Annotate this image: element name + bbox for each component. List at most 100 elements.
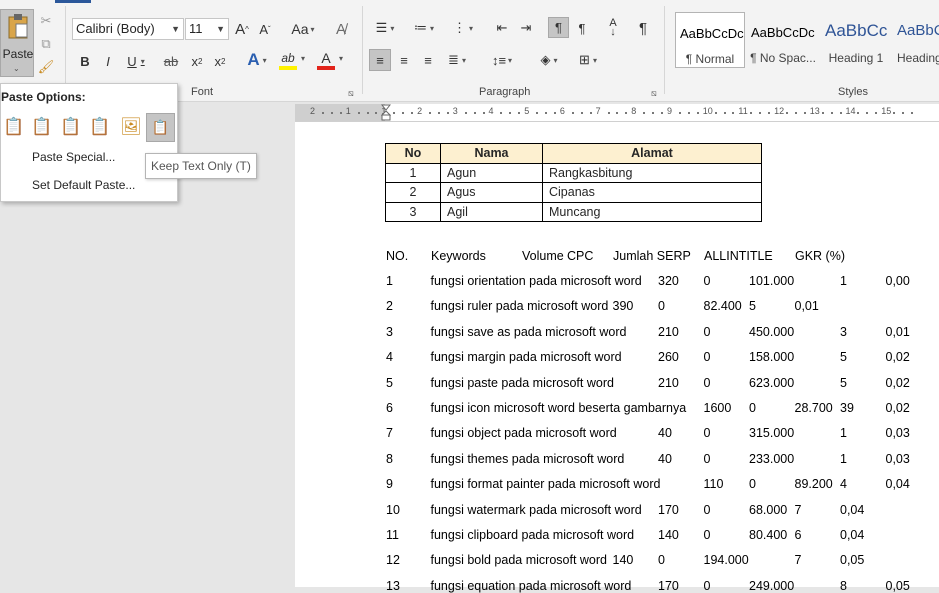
merge-formatting-icon[interactable]: 📋 xyxy=(29,112,55,142)
paragraph-dialog-launcher-icon[interactable]: ⧅ xyxy=(651,88,657,99)
ruler-tick xyxy=(446,112,449,114)
superscript-button[interactable]: x2 xyxy=(211,51,229,71)
keyword-cell: 0,05 xyxy=(840,553,865,568)
keep-text-only-icon[interactable]: 📋 xyxy=(146,113,175,142)
paste-button[interactable]: Paste ⌄ xyxy=(0,9,34,77)
link-keep-formatting-icon[interactable]: 📋 xyxy=(87,112,113,142)
keyword-cell: 0,04 xyxy=(885,477,910,492)
keyword-cell: 0,03 xyxy=(885,451,910,466)
table-cell: Cipanas xyxy=(542,182,762,203)
keyword-cell: 0 xyxy=(703,451,711,466)
set-default-paste-menu-item[interactable]: Set Default Paste... xyxy=(32,178,135,192)
ruler-tick xyxy=(473,112,476,114)
shading-button[interactable]: ◈ ▾ xyxy=(532,50,566,70)
text-effects-button[interactable]: A ▾ xyxy=(242,50,272,70)
keyword-cell: 450.000 xyxy=(749,324,795,339)
style-normal[interactable]: AaBbCcDc ¶ Normal xyxy=(675,12,745,68)
keyword-cell: 140 xyxy=(612,553,634,568)
keyword-cell: 0 xyxy=(703,350,711,365)
bullets-button[interactable]: ☰ ▾ xyxy=(369,18,401,38)
copy-icon[interactable]: ⧉ xyxy=(37,35,55,53)
multilevel-list-button[interactable]: ⋮ ▾ xyxy=(447,18,479,38)
bold-button[interactable]: B xyxy=(76,51,94,71)
style-name: Heading 1 xyxy=(828,51,884,65)
ruler-tick xyxy=(545,112,548,114)
keyword-cell: 0 xyxy=(703,274,711,288)
styles-group-label: Styles xyxy=(838,86,868,98)
align-left-button[interactable]: ≡ xyxy=(369,49,391,71)
use-destination-styles-icon[interactable]: 📋 xyxy=(58,112,84,142)
shrink-font-label: A xyxy=(259,21,268,37)
justify-button[interactable]: ≣ ▾ xyxy=(442,50,472,70)
font-dialog-launcher-icon[interactable]: ⧅ xyxy=(348,88,354,99)
show-formatting-button[interactable]: ¶ xyxy=(633,18,653,38)
keyword-cell: 40 xyxy=(658,451,672,466)
ruler-number: 14 xyxy=(845,106,856,116)
style-name: Heading xyxy=(897,51,939,65)
keyword-cell: 6 xyxy=(386,401,393,415)
ruler-tick xyxy=(616,112,619,114)
highlighter-icon: ab xyxy=(279,50,297,66)
font-color-swatch xyxy=(317,66,335,70)
numbering-button[interactable]: ≔ ▾ xyxy=(408,18,440,38)
grow-font-button[interactable]: A ^ xyxy=(233,19,251,39)
keyword-cell: fungsi watermark pada microsoft word xyxy=(430,502,642,517)
cut-icon[interactable]: ✂ xyxy=(37,12,55,30)
highlight-button[interactable]: ab ▾ xyxy=(279,50,311,72)
keyword-cell: 80.400 xyxy=(749,528,788,542)
keyword-cell: 0,01 xyxy=(885,324,910,339)
italic-button[interactable]: I xyxy=(99,51,117,71)
ruler-number: 3 xyxy=(452,106,458,116)
indent-marker-icon[interactable] xyxy=(380,104,392,121)
keyword-cell: 1 xyxy=(386,274,393,288)
keyword-cell: 4 xyxy=(386,350,393,365)
subscript-button[interactable]: x2 xyxy=(188,51,206,71)
style-heading-1[interactable]: AaBbCc Heading 1 xyxy=(821,12,891,68)
font-size-combo[interactable]: 11 ▼ xyxy=(185,18,229,40)
paste-special-menu-item[interactable]: Paste Special... xyxy=(32,150,115,164)
style-no-spacing[interactable]: AaBbCcDc ¶ No Spac... xyxy=(747,12,819,68)
ruler-tick xyxy=(536,112,539,114)
ruler-tick xyxy=(714,112,717,114)
column-header: Keywords xyxy=(431,249,486,263)
ruler-tick xyxy=(429,112,432,114)
font-name-combo[interactable]: Calibri (Body) ▼ xyxy=(72,18,184,40)
sort-button[interactable]: A ↓ xyxy=(603,17,623,39)
ltr-button[interactable]: ¶ xyxy=(548,17,569,38)
keyword-cell: 1 xyxy=(840,426,847,441)
shrink-font-button[interactable]: Aˇ xyxy=(256,19,274,39)
increase-indent-icon[interactable]: ⇥ xyxy=(516,18,536,38)
style-heading-2[interactable]: AaBbC Heading xyxy=(893,12,939,68)
clear-formatting-icon[interactable]: A̸ xyxy=(331,19,351,39)
font-color-button[interactable]: A ▾ xyxy=(317,50,349,72)
ruler-tick xyxy=(357,112,360,114)
ruler-tick xyxy=(803,112,806,114)
table-cell: Rangkasbitung xyxy=(542,162,762,183)
line-spacing-button[interactable]: ↕≡ ▾ xyxy=(486,50,518,70)
keyword-cell: 260 xyxy=(658,350,679,365)
ruler-tick xyxy=(839,112,842,114)
align-center-icon[interactable]: ≡ xyxy=(394,50,414,70)
ruler-tick xyxy=(553,112,556,114)
format-painter-icon[interactable]: 🖌 xyxy=(37,58,55,76)
keyword-cell: 68.000 xyxy=(749,502,788,517)
font-color-label: A xyxy=(321,50,331,66)
picture-paste-icon[interactable]: 🖼 xyxy=(118,112,144,142)
strikethrough-button[interactable]: ab xyxy=(162,51,180,71)
keyword-cell: 3 xyxy=(386,324,393,339)
ruler-tick xyxy=(652,112,655,114)
ruler-tick xyxy=(500,112,503,114)
horizontal-ruler[interactable]: 2 1 1 2 3 4 5 6 7 8 9 10 11 12 13 14 15 xyxy=(295,104,939,122)
keyword-cell: 0,01 xyxy=(794,299,819,314)
table-cell: Agus xyxy=(440,182,543,203)
ruler-number: 9 xyxy=(667,106,673,116)
change-case-button[interactable]: Aa ▾ xyxy=(286,19,320,39)
rtl-button[interactable]: ¶ xyxy=(572,18,592,38)
underline-button[interactable]: U ▾ xyxy=(122,51,150,71)
keep-source-formatting-icon[interactable]: 📋 xyxy=(1,112,27,142)
borders-button[interactable]: ⊞ ▾ xyxy=(571,50,605,70)
decrease-indent-icon[interactable]: ⇤ xyxy=(492,18,512,38)
align-right-icon[interactable]: ≡ xyxy=(418,50,438,70)
ruler-tick xyxy=(321,112,324,114)
column-header: Volume xyxy=(522,249,564,263)
